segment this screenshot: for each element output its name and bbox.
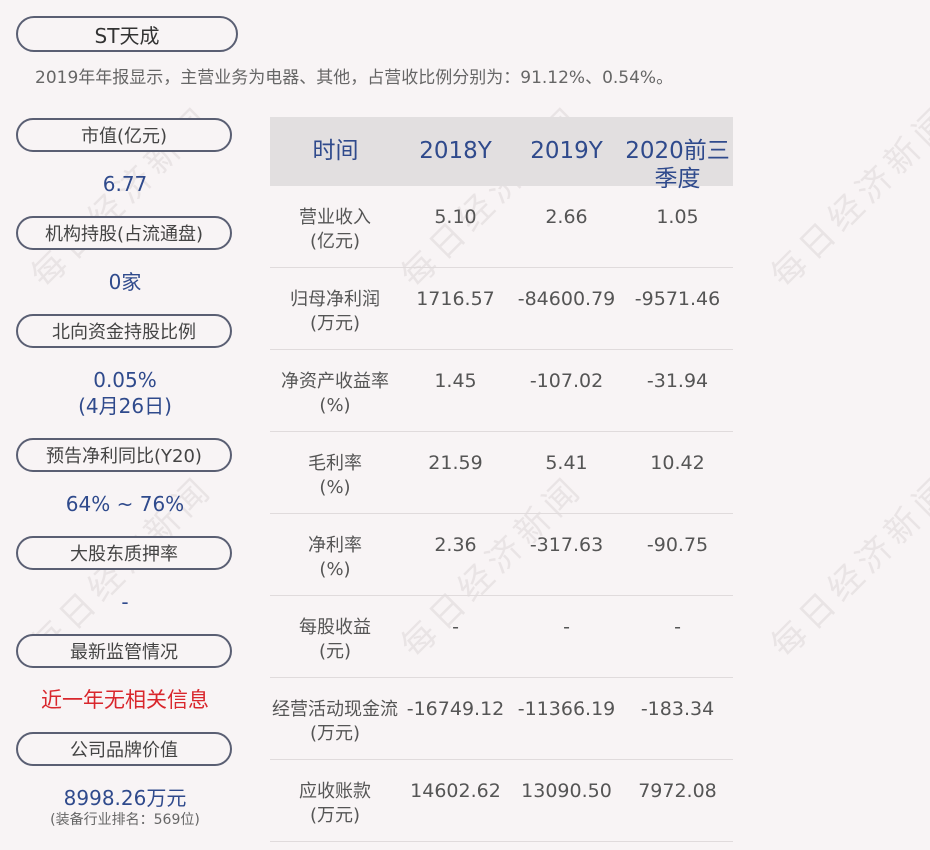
cell-2018: - xyxy=(452,616,459,638)
row-label-unit: (万元) xyxy=(309,723,361,744)
row-label: 净资产收益率 (%) xyxy=(270,370,400,418)
header-2020-q3-line1: 2020前三 xyxy=(625,138,730,164)
table-row: 每股收益 (元) - - - xyxy=(270,596,733,678)
cell-2018: 14602.62 xyxy=(410,780,501,802)
row-label-line1: 每股收益 xyxy=(299,617,371,638)
row-label-line1: 净资产收益率 xyxy=(281,371,389,392)
cell-2020: -31.94 xyxy=(646,370,709,392)
row-label-unit: (%) xyxy=(319,395,351,416)
cell-2020: -183.34 xyxy=(640,698,715,720)
row-label: 经营活动现金流 (万元) xyxy=(270,698,400,746)
row-label: 净利率 (%) xyxy=(270,534,400,582)
header-2019: 2019Y xyxy=(530,138,603,164)
cell-2019: -11366.19 xyxy=(517,698,616,720)
row-label-unit: (%) xyxy=(319,477,351,498)
table-row: 归母净利润 (万元) 1716.57 -84600.79 -9571.46 xyxy=(270,268,733,350)
table-header: 时间 2018Y 2019Y 2020前三 季度 xyxy=(270,117,733,192)
row-label-line1: 营业收入 xyxy=(299,207,371,228)
row-label-unit: (万元) xyxy=(309,805,361,826)
institution-holding-value: 0家 xyxy=(108,270,142,294)
cell-2019: -317.63 xyxy=(529,534,604,556)
table-row: 毛利率 (%) 21.59 5.41 10.42 xyxy=(270,432,733,514)
row-label-unit: (%) xyxy=(319,559,351,580)
cell-2019: -84600.79 xyxy=(517,288,616,310)
cell-2018: 21.59 xyxy=(428,452,483,474)
row-label: 归母净利润 (万元) xyxy=(270,288,400,336)
row-label-line1: 毛利率 xyxy=(308,453,362,474)
northbound-ratio-label: 北向资金持股比例 xyxy=(16,314,232,348)
cell-2019: 2.66 xyxy=(545,206,588,228)
brand-value-value: 8998.26万元 xyxy=(63,786,187,810)
row-label-line1: 归母净利润 xyxy=(290,289,380,310)
row-label-unit: (亿元) xyxy=(309,231,361,252)
pledge-ratio-value: - xyxy=(121,590,129,614)
row-label: 营业收入 (亿元) xyxy=(270,206,400,254)
cell-2020: - xyxy=(674,616,681,638)
regulatory-status-value: 近一年无相关信息 xyxy=(41,688,209,712)
table-row: 营业收入 (亿元) 5.10 2.66 1.05 xyxy=(270,186,733,268)
row-label: 每股收益 (元) xyxy=(270,616,400,664)
institution-holding-label: 机构持股(占流通盘) xyxy=(16,216,232,250)
profit-forecast-label: 预告净利同比(Y20) xyxy=(16,438,232,472)
table-row: 净利率 (%) 2.36 -317.63 -90.75 xyxy=(270,514,733,596)
table-row: 净资产收益率 (%) 1.45 -107.02 -31.94 xyxy=(270,350,733,432)
financial-table: 时间 2018Y 2019Y 2020前三 季度 营业收入 (亿元) 5.10 2… xyxy=(270,117,733,842)
business-summary: 2019年年报显示，主营业务为电器、其他，占营收比例分别为：91.12%、0.5… xyxy=(35,68,674,88)
cell-2018: 1716.57 xyxy=(416,288,495,310)
cell-2020: 1.05 xyxy=(656,206,699,228)
cell-2020: 10.42 xyxy=(650,452,705,474)
cell-2020: 7972.08 xyxy=(638,780,717,802)
cell-2020: -90.75 xyxy=(646,534,709,556)
watermark-text: 每日经济新闻 xyxy=(763,97,930,296)
regulatory-status-label: 最新监管情况 xyxy=(16,634,232,668)
cell-2018: 1.45 xyxy=(434,370,477,392)
table-row: 经营活动现金流 (万元) -16749.12 -11366.19 -183.34 xyxy=(270,678,733,760)
cell-2018: -16749.12 xyxy=(406,698,505,720)
row-label-line1: 经营活动现金流 xyxy=(272,699,398,720)
cell-2019: -107.02 xyxy=(529,370,604,392)
market-cap-value: 6.77 xyxy=(102,172,148,196)
company-title: ST天成 xyxy=(16,16,238,52)
cell-2018: 5.10 xyxy=(434,206,477,228)
row-label-unit: (万元) xyxy=(309,313,361,334)
cell-2019: - xyxy=(563,616,570,638)
table-row: 应收账款 (万元) 14602.62 13090.50 7972.08 xyxy=(270,760,733,842)
northbound-ratio-value: 0.05% xyxy=(93,368,157,392)
northbound-ratio-date: (4月26日) xyxy=(78,394,172,418)
row-label: 毛利率 (%) xyxy=(270,452,400,500)
profit-forecast-value: 64% ~ 76% xyxy=(65,492,185,516)
header-2020-q3: 2020前三 季度 xyxy=(622,137,733,193)
cell-2020: -9571.46 xyxy=(634,288,721,310)
header-time: 时间 xyxy=(312,138,359,164)
market-cap-label: 市值(亿元) xyxy=(16,118,232,152)
row-label: 应收账款 (万元) xyxy=(270,780,400,828)
cell-2019: 13090.50 xyxy=(521,780,612,802)
row-label-line1: 净利率 xyxy=(308,535,362,556)
cell-2019: 5.41 xyxy=(545,452,588,474)
row-label-line1: 应收账款 xyxy=(299,781,371,802)
brand-rank-note: (装备行业排名：569位) xyxy=(50,812,200,828)
cell-2018: 2.36 xyxy=(434,534,477,556)
brand-value-label: 公司品牌价值 xyxy=(16,732,232,766)
row-label-unit: (元) xyxy=(318,641,352,662)
header-2018: 2018Y xyxy=(419,138,492,164)
pledge-ratio-label: 大股东质押率 xyxy=(16,536,232,570)
watermark-text: 每日经济新闻 xyxy=(763,467,930,666)
